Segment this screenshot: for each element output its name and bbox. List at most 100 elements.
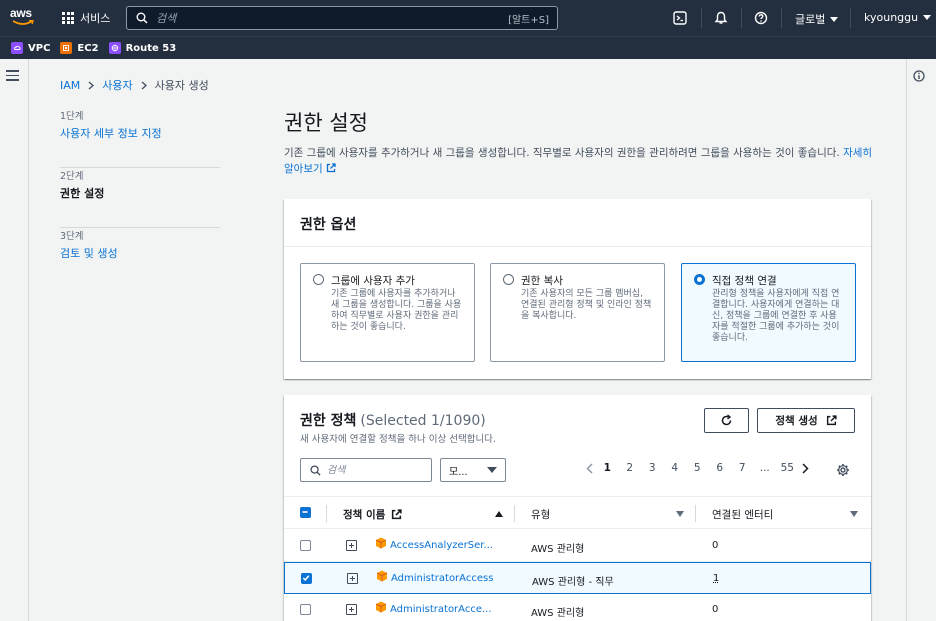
permission-policies-panel: 권한 정책 (Selected 1/1090) 새 사용자에 연결할 정책을 하나… xyxy=(284,395,871,621)
region-selector[interactable]: 글로벌 xyxy=(795,11,839,27)
row-checkbox[interactable] xyxy=(300,604,311,615)
create-policy-button[interactable]: 정책 생성 xyxy=(757,408,855,433)
table-row[interactable]: AccessAnalyzerSer... AWS 관리형 0 xyxy=(284,530,871,562)
aws-logo[interactable]: aws xyxy=(10,6,38,30)
hamburger-line xyxy=(6,79,19,81)
policy-filter-input[interactable] xyxy=(327,464,422,476)
favorite-label: Route 53 xyxy=(125,42,177,54)
expand-row-icon[interactable] xyxy=(346,604,357,615)
column-header-attached-entities[interactable]: 연결된 엔터티 xyxy=(712,507,773,522)
page-5[interactable]: 5 xyxy=(686,462,709,474)
region-label: 글로벌 xyxy=(795,13,826,26)
panel-divider xyxy=(284,246,871,247)
caret-down-icon xyxy=(487,467,497,473)
option-attach-policies[interactable]: 직접 정책 연결 관리형 정책을 사용자에게 직접 연결합니다. 사용자에게 연… xyxy=(681,263,856,362)
sort-icon[interactable] xyxy=(676,511,684,517)
left-rail-divider xyxy=(28,59,29,621)
help-icon xyxy=(754,11,768,25)
favorite-route53[interactable]: Route 53 xyxy=(108,42,177,54)
policy-name-link[interactable]: AccessAnalyzerSer... xyxy=(390,540,493,551)
sort-icon[interactable] xyxy=(850,511,858,517)
global-search-input[interactable] xyxy=(156,11,509,25)
favorite-ec2[interactable]: EC2 xyxy=(60,42,99,54)
table-row-selected[interactable]: AdministratorAccess AWS 관리형 - 직무 1 xyxy=(284,562,871,594)
option-title: 직접 정책 연결 xyxy=(712,275,777,287)
caret-down-icon xyxy=(923,15,932,20)
option-copy-permissions[interactable]: 권한 복사 기존 사용자의 모든 그룹 멤버십, 연결된 관리형 정책 및 인라… xyxy=(490,263,665,362)
search-icon xyxy=(136,12,148,24)
row-checkbox[interactable] xyxy=(300,540,311,551)
next-page-button[interactable] xyxy=(799,462,813,474)
policy-type-select[interactable]: 모... xyxy=(440,458,506,482)
search-icon xyxy=(310,464,321,476)
policy-type: AWS 관리형 xyxy=(531,544,585,555)
page-4[interactable]: 4 xyxy=(664,462,687,474)
right-rail-divider xyxy=(906,59,907,621)
select-all-checkbox[interactable] xyxy=(300,507,311,518)
chevron-right-icon xyxy=(802,462,809,474)
minus-icon xyxy=(302,511,308,513)
option-add-to-group[interactable]: 그룹에 사용자 추가 기존 그룹에 사용자를 추가하거나 새 그룹을 생성합니다… xyxy=(300,263,475,362)
hamburger-line xyxy=(6,74,19,76)
services-menu-button[interactable]: 서비스 xyxy=(62,8,110,28)
radio-add-to-group[interactable] xyxy=(313,274,324,285)
create-policy-label: 정책 생성 xyxy=(775,415,818,427)
help-button[interactable] xyxy=(752,9,770,27)
global-search[interactable]: [알트+S] xyxy=(126,6,558,30)
attached-entities[interactable]: 1 xyxy=(713,573,719,584)
policies-title: 권한 정책 xyxy=(300,413,357,429)
policies-subtitle: 새 사용자에 연결할 정책을 하나 이상 선택합니다. xyxy=(300,434,496,445)
favorite-label: VPC xyxy=(28,42,51,54)
step-number: 1단계 xyxy=(60,111,84,122)
ec2-service-icon xyxy=(60,42,73,54)
page-6[interactable]: 6 xyxy=(709,462,732,474)
policies-count: (Selected 1/1090) xyxy=(360,413,486,429)
nav-divider xyxy=(701,8,702,28)
favorite-vpc[interactable]: VPC xyxy=(11,42,50,54)
policy-filter[interactable] xyxy=(300,458,432,482)
sort-ascending-icon[interactable] xyxy=(495,511,503,517)
chevron-left-icon xyxy=(585,462,593,474)
refresh-button[interactable] xyxy=(704,408,749,433)
step-link-review[interactable]: 검토 및 생성 xyxy=(60,245,220,261)
step-link-user-details[interactable]: 사용자 세부 정보 지정 xyxy=(60,125,220,141)
page-1[interactable]: 1 xyxy=(596,462,619,474)
nav-divider xyxy=(781,8,782,28)
cloudshell-button[interactable] xyxy=(671,9,689,27)
page-3[interactable]: 3 xyxy=(641,462,664,474)
account-menu[interactable]: kyounggu xyxy=(864,11,932,24)
aws-smile-icon xyxy=(12,20,34,25)
policy-name-link[interactable]: AdministratorAcce... xyxy=(390,604,492,615)
expand-row-icon[interactable] xyxy=(346,540,357,551)
hamburger-icon xyxy=(6,70,19,72)
option-title: 권한 복사 xyxy=(521,275,563,287)
option-title: 그룹에 사용자 추가 xyxy=(331,275,415,287)
info-panel-icon[interactable] xyxy=(913,70,925,82)
radio-attach-policies[interactable] xyxy=(694,274,705,285)
chevron-right-icon xyxy=(88,81,95,89)
row-checkbox[interactable] xyxy=(301,573,312,584)
expand-row-icon[interactable] xyxy=(347,573,358,584)
notifications-button[interactable] xyxy=(712,9,730,27)
radio-copy-permissions[interactable] xyxy=(503,274,514,285)
refresh-icon xyxy=(721,414,732,426)
policy-name-link[interactable]: AdministratorAccess xyxy=(391,573,493,584)
breadcrumb-iam[interactable]: IAM xyxy=(60,79,80,92)
page-7[interactable]: 7 xyxy=(731,462,754,474)
page-2[interactable]: 2 xyxy=(619,462,642,474)
column-divider xyxy=(695,505,696,522)
option-description: 관리형 정책을 사용자에게 직접 연결합니다. 사용자에게 연결하는 대신, 정… xyxy=(712,289,840,343)
page-ellipsis: ... xyxy=(759,462,770,474)
step-current-permissions: 권한 설정 xyxy=(60,187,105,200)
column-header-type[interactable]: 유형 xyxy=(531,507,550,522)
aws-logo-text: aws xyxy=(10,6,32,20)
search-shortcut-hint: [알트+S] xyxy=(508,14,549,26)
breadcrumb-users[interactable]: 사용자 xyxy=(102,77,132,93)
gear-icon[interactable] xyxy=(836,463,850,477)
side-navigation-toggle[interactable] xyxy=(6,70,19,81)
page-55[interactable]: 55 xyxy=(776,462,799,474)
column-divider xyxy=(514,505,515,522)
column-header-policy-name[interactable]: 정책 이름 xyxy=(343,507,402,522)
table-row[interactable]: AdministratorAcce... AWS 관리형 0 xyxy=(284,594,871,621)
previous-page-button[interactable] xyxy=(582,462,596,474)
